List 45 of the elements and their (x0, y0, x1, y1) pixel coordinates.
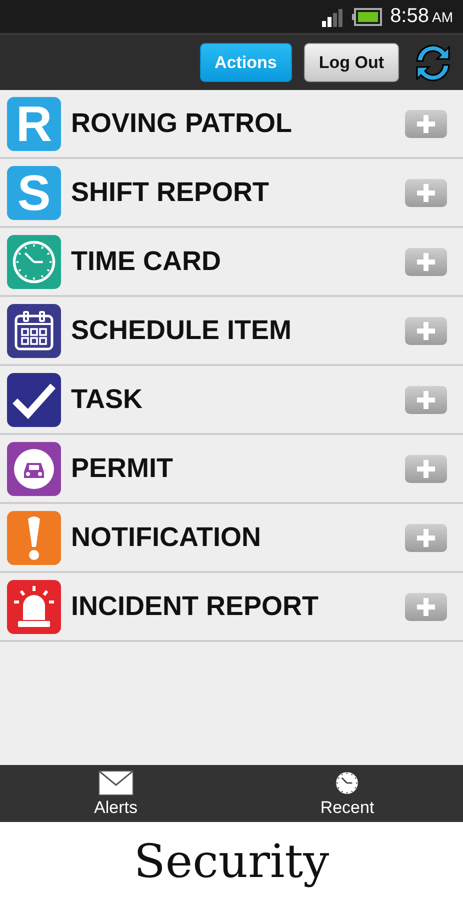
item-label: PERMIT (71, 453, 174, 484)
list-row[interactable]: TIME CARD (0, 228, 463, 297)
plus-icon (415, 182, 437, 204)
item-label: SHIFT REPORT (71, 177, 270, 208)
nav-tab[interactable]: Alerts (0, 765, 232, 822)
add-button[interactable] (405, 316, 447, 344)
plus-icon (415, 388, 437, 410)
list-row[interactable]: TASK (0, 366, 463, 435)
battery-icon (352, 8, 382, 26)
list-row[interactable]: NOTIFICATION (0, 504, 463, 573)
plus-icon (415, 596, 437, 618)
letter-glyph: R (16, 98, 52, 148)
add-button[interactable] (405, 454, 447, 482)
plus-icon (415, 320, 437, 342)
signal-icon (322, 6, 344, 26)
list-row[interactable]: SCHEDULE ITEM (0, 297, 463, 366)
add-button[interactable] (405, 592, 447, 620)
item-label: ROVING PATROL (71, 108, 293, 139)
nav-tab[interactable]: Recent (232, 765, 463, 822)
add-button[interactable] (405, 178, 447, 206)
logout-button[interactable]: Log Out (304, 43, 399, 82)
caption-title: Security (134, 834, 330, 888)
plus-icon (415, 526, 437, 548)
plus-icon (415, 458, 437, 480)
add-button[interactable] (405, 386, 447, 414)
list-row[interactable]: S SHIFT REPORT (0, 159, 463, 228)
item-label: INCIDENT REPORT (71, 591, 320, 622)
item-label: TASK (71, 384, 144, 415)
letter-glyph: S (17, 168, 51, 218)
item-label: SCHEDULE ITEM (71, 315, 293, 346)
add-button[interactable] (405, 248, 447, 276)
plus-icon (415, 112, 437, 134)
clock-icon (334, 770, 360, 796)
add-button[interactable] (405, 524, 447, 552)
envelope-icon (98, 770, 134, 796)
add-button[interactable] (405, 110, 447, 138)
list-row[interactable]: R ROVING PATROL (0, 90, 463, 159)
plus-icon (415, 250, 437, 272)
list-row[interactable]: PERMIT (0, 435, 463, 504)
exclamation-icon (26, 514, 42, 560)
item-label: TIME CARD (71, 246, 222, 277)
list-row[interactable]: INCIDENT REPORT (0, 573, 463, 642)
clock-time: 8:58 AM (390, 5, 453, 28)
calendar-icon (13, 310, 55, 352)
item-label: NOTIFICATION (71, 522, 262, 553)
